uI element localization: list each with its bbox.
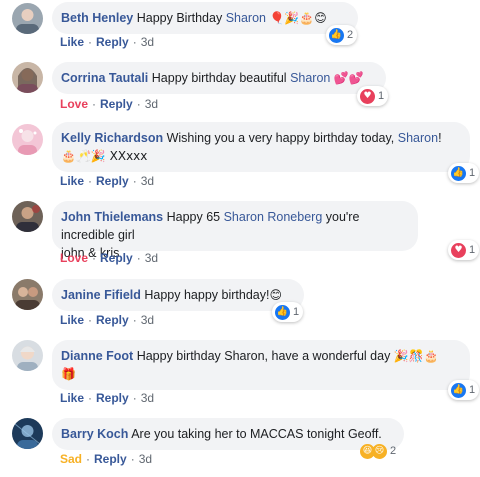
comment-time[interactable]: 3d xyxy=(141,174,154,188)
comment-bubble: Janine Fifield Happy happy birthday!😊 xyxy=(52,279,304,311)
comment-text-end: ! xyxy=(438,131,442,145)
comment-mention[interactable]: Sharon xyxy=(290,71,330,85)
comment-emojis: 💕💕 xyxy=(333,71,364,85)
comment-text: Are you taking her to MACCAS tonight Geo… xyxy=(131,427,382,441)
reaction-summary[interactable]: 👍 1 xyxy=(448,163,480,183)
comment-time[interactable]: 3d xyxy=(139,452,152,466)
comment-author[interactable]: Beth Henley xyxy=(61,11,133,25)
avatar[interactable] xyxy=(12,3,43,34)
sad-icon: 😢 xyxy=(372,443,387,459)
comment-bubble: Kelly Richardson Wishing you a very happ… xyxy=(52,122,470,172)
comment-bubble: Dianne Foot Happy birthday Sharon, have … xyxy=(52,340,470,390)
reply-button[interactable]: Reply xyxy=(100,251,133,265)
comment-author[interactable]: Barry Koch xyxy=(61,427,128,441)
comment-text: Happy birthday beautiful xyxy=(151,71,287,85)
reaction-summary[interactable]: ♥ 1 xyxy=(357,86,389,106)
comment-time[interactable]: 3d xyxy=(145,97,158,111)
like-icon: 👍 xyxy=(451,382,466,398)
comment-mention[interactable]: Sharon xyxy=(398,131,438,145)
comment-actions: Like · Reply · 3d xyxy=(60,35,155,49)
like-button[interactable]: Like xyxy=(60,391,84,405)
like-button[interactable]: Like xyxy=(60,313,84,327)
love-button[interactable]: Love xyxy=(60,251,88,265)
like-button[interactable]: Like xyxy=(60,174,84,188)
comment-text: Happy happy birthday! xyxy=(144,288,270,302)
comment-text: Happy Birthday xyxy=(136,11,223,25)
comment-time[interactable]: 3d xyxy=(141,313,154,327)
comment-bubble: Beth Henley Happy Birthday Sharon 🎈🎉🎂😊 xyxy=(52,2,358,34)
comment-author[interactable]: Janine Fifield xyxy=(61,288,141,302)
reaction-summary[interactable]: 👍 1 xyxy=(272,302,304,322)
comment-actions: Sad · Reply · 3d xyxy=(60,452,153,466)
comment-emojis: 🎉🎊🎂 xyxy=(393,349,439,363)
comment-time[interactable]: 3d xyxy=(141,35,154,49)
comment-author[interactable]: Kelly Richardson xyxy=(61,131,163,145)
comment-bubble: Barry Koch Are you taking her to MACCAS … xyxy=(52,418,404,450)
comment-actions: Like · Reply · 3d xyxy=(60,174,155,188)
love-button[interactable]: Love xyxy=(60,97,88,111)
like-icon: 👍 xyxy=(451,165,466,181)
comment-second-line: 🎁 xyxy=(61,367,76,381)
comment-emojis: 🎈🎉🎂😊 xyxy=(269,11,327,25)
reply-button[interactable]: Reply xyxy=(100,97,133,111)
like-button[interactable]: Like xyxy=(60,35,84,49)
reaction-count: 1 xyxy=(469,167,476,179)
reaction-count: 2 xyxy=(390,445,397,457)
reaction-count: 1 xyxy=(469,244,476,256)
reply-button[interactable]: Reply xyxy=(96,35,129,49)
reaction-summary[interactable]: 😆 😢 2 xyxy=(357,441,400,461)
comment-text: Happy 65 xyxy=(166,210,221,224)
comment-author[interactable]: Corrina Tautali xyxy=(61,71,148,85)
sad-button[interactable]: Sad xyxy=(60,452,82,466)
avatar[interactable] xyxy=(12,418,43,449)
reaction-summary[interactable]: 👍 1 xyxy=(448,380,480,400)
comment-actions: Like · Reply · 3d xyxy=(60,391,155,405)
reaction-summary[interactable]: ♥ 1 xyxy=(448,240,480,260)
comment-text: Happy birthday Sharon, have a wonderful … xyxy=(136,349,391,363)
love-icon: ♥ xyxy=(451,242,466,258)
avatar[interactable] xyxy=(12,279,43,310)
comment-text: Wishing you a very happy birthday today, xyxy=(166,131,395,145)
comment-actions: Love · Reply · 3d xyxy=(60,97,159,111)
comment-author[interactable]: John Thielemans xyxy=(61,210,163,224)
comment-mention[interactable]: Sharon xyxy=(226,11,266,25)
like-icon: 👍 xyxy=(329,27,344,43)
comment-mention[interactable]: Sharon Roneberg xyxy=(224,210,323,224)
love-icon: ♥ xyxy=(360,88,375,104)
reaction-summary[interactable]: 👍 2 xyxy=(326,25,358,45)
comment-bubble: John Thielemans Happy 65 Sharon Roneberg… xyxy=(52,201,418,260)
reply-button[interactable]: Reply xyxy=(96,391,129,405)
avatar[interactable] xyxy=(12,62,43,93)
comment-time[interactable]: 3d xyxy=(141,391,154,405)
comment-emojis: 😊 xyxy=(269,288,282,302)
reaction-count: 1 xyxy=(378,90,385,102)
comment-actions: Love · Reply · 3d xyxy=(60,251,159,265)
avatar[interactable] xyxy=(12,124,43,155)
reaction-count: 2 xyxy=(347,29,354,41)
comment-bubble: Corrina Tautali Happy birthday beautiful… xyxy=(52,62,386,94)
reply-button[interactable]: Reply xyxy=(96,174,129,188)
comment-second-line: 🎂🥂🎉 XXxxx xyxy=(61,149,148,163)
reaction-count: 1 xyxy=(469,384,476,396)
avatar[interactable] xyxy=(12,340,43,371)
reply-button[interactable]: Reply xyxy=(94,452,127,466)
comment-actions: Like · Reply · 3d xyxy=(60,313,155,327)
comment-time[interactable]: 3d xyxy=(145,251,158,265)
avatar[interactable] xyxy=(12,201,43,232)
comment-author[interactable]: Dianne Foot xyxy=(61,349,133,363)
like-icon: 👍 xyxy=(275,304,290,320)
reply-button[interactable]: Reply xyxy=(96,313,129,327)
reaction-count: 1 xyxy=(293,306,300,318)
